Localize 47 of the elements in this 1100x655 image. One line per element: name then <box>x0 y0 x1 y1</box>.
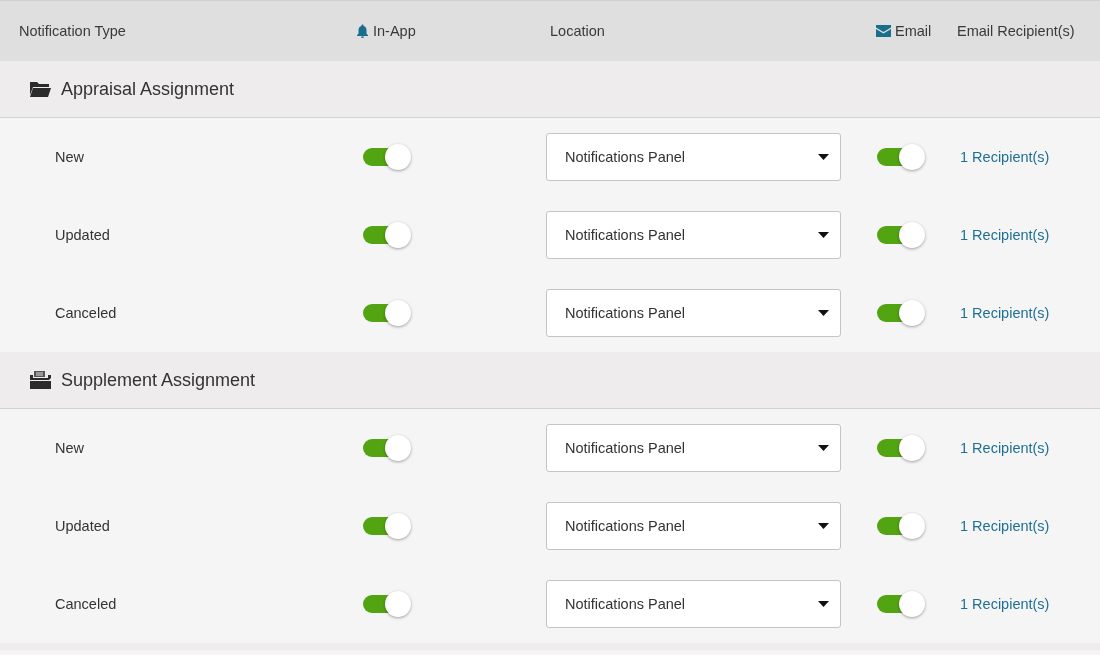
email-toggle[interactable] <box>877 300 925 326</box>
recipients-link[interactable]: 1 Recipient(s) <box>960 305 1050 321</box>
caret-icon <box>818 154 829 160</box>
caret-icon <box>818 445 829 451</box>
recipients-link[interactable]: 1 Recipient(s) <box>960 149 1050 165</box>
in-app-toggle[interactable] <box>363 144 411 170</box>
notification-type-label: New <box>55 440 84 456</box>
email-toggle[interactable] <box>877 144 925 170</box>
notification-type-label: Updated <box>55 518 110 534</box>
notification-type-label: Canceled <box>55 305 117 321</box>
caret-icon <box>818 601 829 607</box>
bell-icon <box>356 24 369 38</box>
envelope-icon <box>876 25 891 37</box>
in-app-toggle[interactable] <box>363 591 411 617</box>
location-dropdown[interactable]: Notifications Panel <box>546 502 841 550</box>
recipients-link[interactable]: 1 Recipient(s) <box>960 227 1050 243</box>
email-toggle[interactable] <box>877 435 925 461</box>
notification-type-label: Canceled <box>55 596 117 612</box>
caret-icon <box>818 232 829 238</box>
column-header: In-App <box>373 23 416 39</box>
email-toggle[interactable] <box>877 513 925 539</box>
column-header: Notification Type <box>19 23 126 39</box>
recipients-link[interactable]: 1 Recipient(s) <box>960 518 1050 534</box>
location-dropdown[interactable]: Notifications Panel <box>546 424 841 472</box>
folder-document-icon <box>30 371 51 389</box>
location-dropdown[interactable]: Notifications Panel <box>546 211 841 259</box>
notification-type-label: New <box>55 149 84 165</box>
in-app-toggle[interactable] <box>363 435 411 461</box>
in-app-toggle[interactable] <box>363 513 411 539</box>
notification-type-label: Updated <box>55 227 110 243</box>
group-title: Appraisal Assignment <box>61 78 235 100</box>
column-header: Location <box>550 23 605 39</box>
group-title: Supplement Assignment <box>61 369 256 391</box>
caret-icon <box>818 310 829 316</box>
email-toggle[interactable] <box>877 591 925 617</box>
caret-icon <box>818 523 829 529</box>
location-dropdown[interactable]: Notifications Panel <box>546 580 841 628</box>
location-dropdown[interactable]: Notifications Panel <box>546 289 841 337</box>
recipients-link[interactable]: 1 Recipient(s) <box>960 440 1050 456</box>
location-dropdown[interactable]: Notifications Panel <box>546 133 841 181</box>
in-app-toggle[interactable] <box>363 300 411 326</box>
column-header: Email <box>895 23 932 39</box>
recipients-link[interactable]: 1 Recipient(s) <box>960 596 1050 612</box>
in-app-toggle[interactable] <box>363 222 411 248</box>
folder-icon <box>30 81 51 97</box>
email-toggle[interactable] <box>877 222 925 248</box>
column-header: Email Recipient(s) <box>957 23 1075 39</box>
